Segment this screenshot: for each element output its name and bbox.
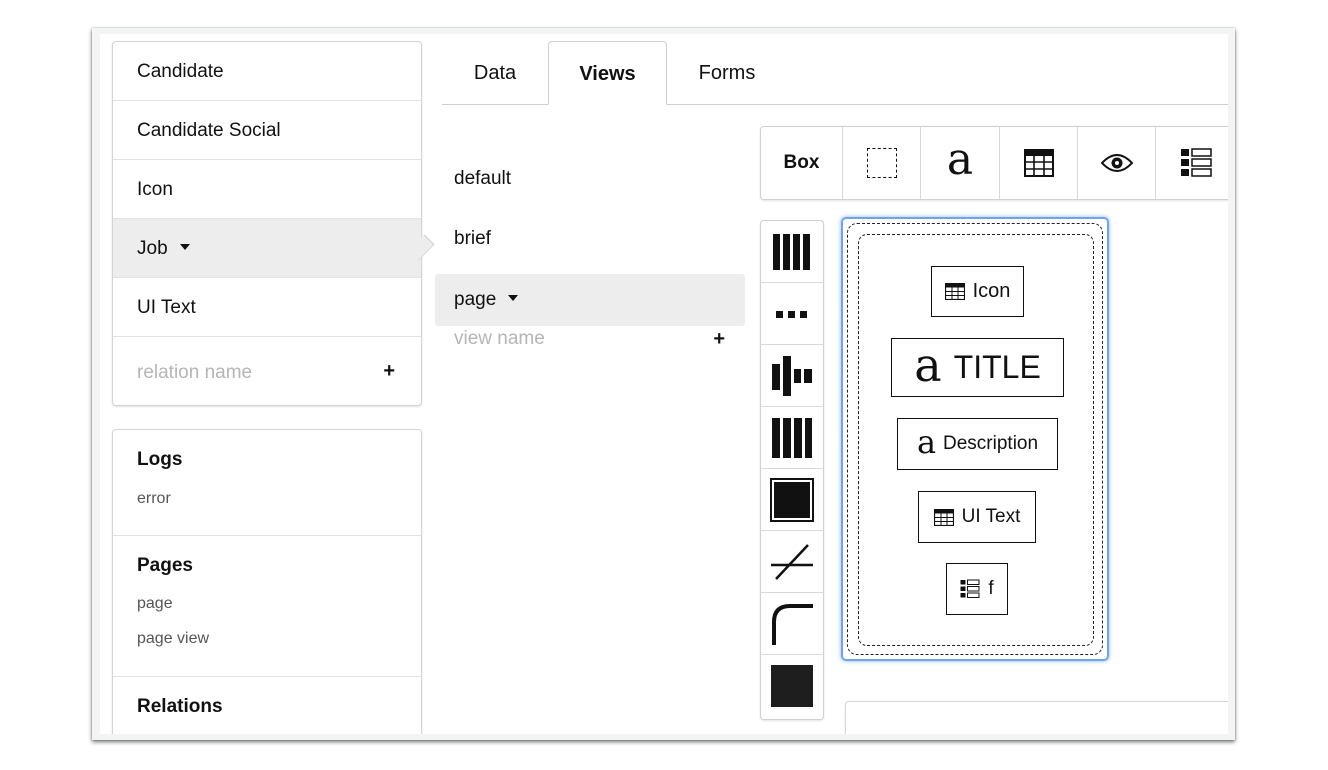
eye-icon — [1100, 154, 1133, 172]
relation-list: Candidate Candidate Social Icon Job UI T… — [112, 41, 435, 406]
cell-label: Description — [943, 433, 1039, 454]
relation-name-input[interactable] — [137, 342, 357, 404]
tab-bar: Data Views Forms — [442, 41, 1228, 105]
tab-views[interactable]: Views — [548, 41, 667, 105]
element-toolbar: Box a — [760, 126, 1228, 200]
text-button[interactable]: a — [921, 127, 1000, 199]
view-item-default[interactable]: default — [435, 153, 745, 205]
text-a-icon: a — [916, 423, 937, 461]
add-view-button[interactable]: + — [713, 329, 725, 349]
relation-item-label: Candidate Social — [137, 120, 281, 141]
columns-button[interactable] — [761, 221, 823, 283]
fill-box-icon — [770, 477, 814, 522]
dashed-box-icon — [866, 148, 897, 178]
relation-item-ui-text[interactable]: UI Text — [113, 278, 421, 337]
cell-label: UI Text — [961, 506, 1021, 527]
caret-down-icon[interactable] — [179, 243, 190, 250]
table-icon — [933, 508, 954, 526]
solid-color-icon — [771, 665, 813, 707]
add-view-row: + — [435, 319, 745, 359]
line-icon — [771, 543, 813, 580]
cell-label: f — [988, 578, 994, 599]
border-button[interactable] — [761, 531, 823, 593]
pages-heading: Pages — [137, 555, 193, 576]
logs-section: Logs error — [113, 430, 421, 536]
corner-radius-button[interactable] — [761, 593, 823, 655]
app-window: Candidate Candidate Social Icon Job UI T… — [92, 28, 1235, 740]
style-toolbar — [760, 220, 824, 720]
list-icon — [960, 579, 980, 598]
align-center-icon — [772, 355, 812, 396]
inner-box[interactable]: Icon a TITLE a Description UI Text f — [858, 234, 1094, 646]
corner-radius-icon — [772, 603, 813, 645]
tab-forms[interactable]: Forms — [667, 41, 787, 104]
view-name-input[interactable] — [454, 319, 674, 359]
text-a-icon: a — [914, 337, 942, 392]
table-button[interactable] — [1000, 127, 1078, 199]
lower-panel — [845, 701, 1228, 734]
page-item-page[interactable]: page — [137, 595, 173, 613]
relation-item-label: Job — [137, 238, 168, 259]
view-item-brief[interactable]: brief — [435, 213, 745, 265]
caret-down-icon[interactable] — [508, 294, 519, 301]
table-icon — [944, 283, 965, 300]
color-button[interactable] — [761, 655, 823, 717]
stretch-button[interactable] — [761, 407, 823, 469]
add-relation-button[interactable]: + — [383, 361, 395, 381]
table-icon — [1023, 149, 1054, 177]
tab-data[interactable]: Data — [442, 41, 548, 104]
relation-item-candidate-social[interactable]: Candidate Social — [113, 101, 421, 160]
cell-title[interactable]: a TITLE — [891, 338, 1064, 397]
cell-description[interactable]: a Description — [897, 418, 1058, 470]
selection-pointer — [408, 234, 435, 261]
dashed-box-button[interactable] — [843, 127, 921, 199]
relation-item-job[interactable]: Job — [113, 219, 435, 278]
stretch-columns-icon — [772, 417, 812, 458]
dots-icon — [776, 310, 807, 318]
relation-item-label: Candidate — [137, 61, 224, 82]
log-item-error[interactable]: error — [137, 490, 171, 508]
app-content: Candidate Candidate Social Icon Job UI T… — [100, 34, 1228, 734]
relation-item-label: UI Text — [137, 297, 196, 318]
view-item-label: page — [454, 289, 497, 310]
list-button[interactable] — [1156, 127, 1228, 199]
relation-item-label: Icon — [137, 179, 173, 200]
align-button[interactable] — [761, 345, 823, 407]
cell-label: TITLE — [953, 349, 1041, 385]
box-button[interactable]: Box — [761, 127, 843, 199]
visibility-button[interactable] — [1078, 127, 1156, 199]
logs-heading: Logs — [137, 449, 183, 470]
text-a-icon: a — [946, 134, 974, 185]
pages-section: Pages page page view — [113, 536, 421, 677]
list-icon — [1181, 148, 1212, 177]
columns-icon — [773, 233, 810, 270]
view-canvas-selection[interactable]: Icon a TITLE a Description UI Text f — [841, 217, 1109, 661]
spacing-button[interactable] — [761, 283, 823, 345]
cell-label: Icon — [972, 280, 1011, 302]
cell-ui-text[interactable]: UI Text — [918, 491, 1036, 543]
cell-icon[interactable]: Icon — [931, 266, 1024, 317]
relations-section: Relations — [113, 677, 421, 734]
meta-panel: Logs error Pages page page view Relation… — [112, 429, 422, 734]
relation-item-icon[interactable]: Icon — [113, 160, 421, 219]
add-relation-row: + — [113, 342, 421, 404]
page-item-page-view[interactable]: page view — [137, 630, 209, 648]
outer-box[interactable]: Icon a TITLE a Description UI Text f — [847, 223, 1103, 655]
relations-heading: Relations — [137, 696, 223, 717]
relation-item-candidate[interactable]: Candidate — [113, 42, 421, 101]
fill-button[interactable] — [761, 469, 823, 531]
cell-list-f[interactable]: f — [946, 563, 1008, 615]
box-label: Box — [783, 152, 820, 173]
